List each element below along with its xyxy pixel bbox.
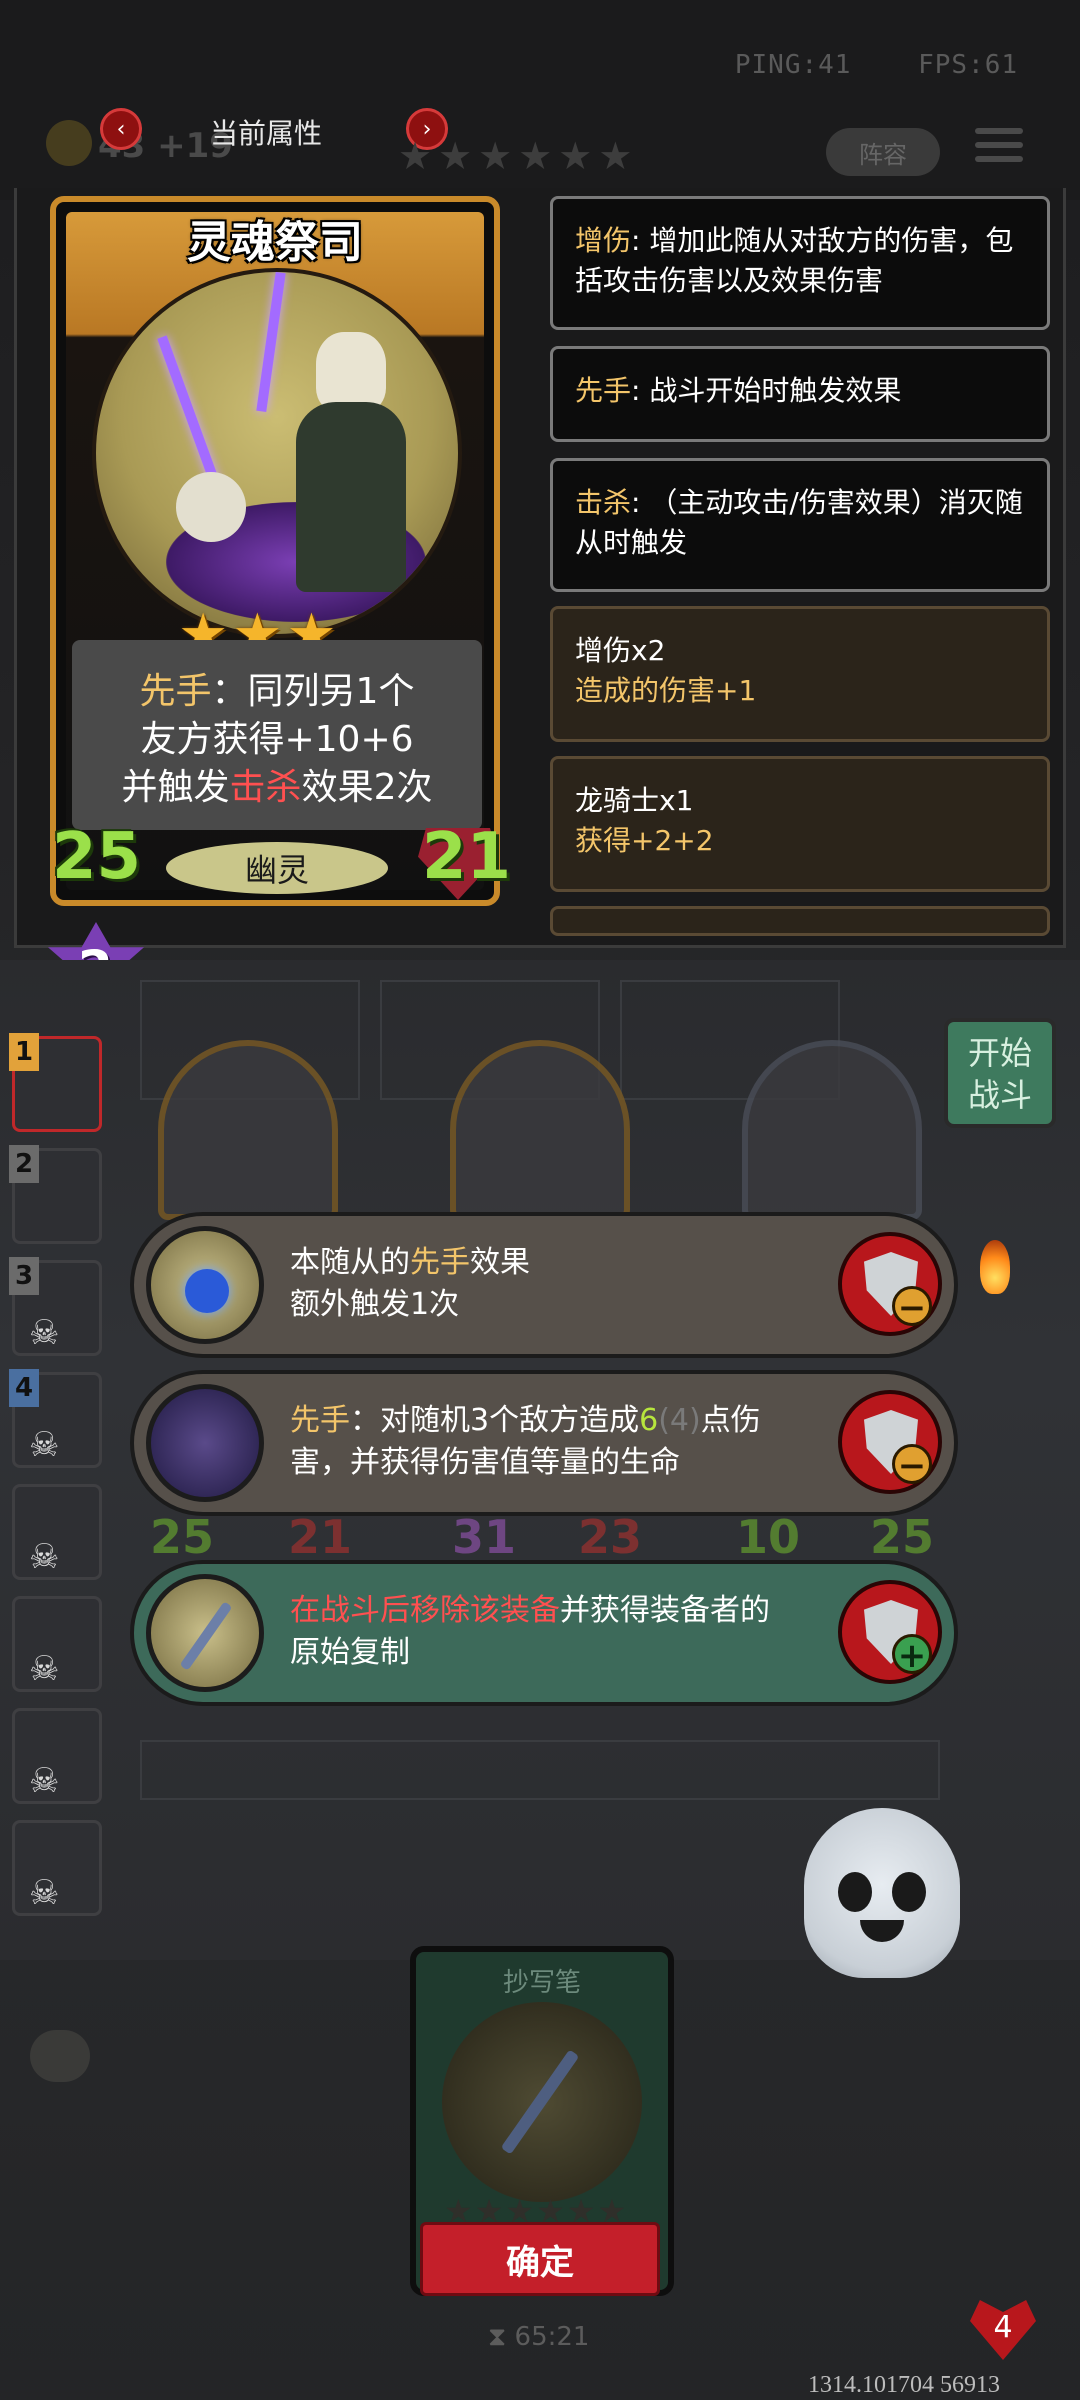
ghost-mascot xyxy=(804,1808,960,1978)
option-description: 先手：对随机3个敌方造成6(4)点伤 害，并获得伤害值等量的生命 xyxy=(290,1403,761,1480)
flame-icon xyxy=(980,1240,1010,1294)
ghost-eye xyxy=(892,1872,926,1912)
keyword-panel-kill: 击杀: （主动攻击/伤害效果）消灭随从时触发 xyxy=(550,458,1050,592)
bat-silhouette xyxy=(140,1740,940,1800)
quill-shaft xyxy=(500,2049,580,2155)
keyword-panel-damage-boost: 增伤: 增加此随从对敌方的伤害，包括攻击伤害以及效果伤害 xyxy=(550,196,1050,330)
option-description: 在战斗后移除该装备并获得装备者的 原始复制 xyxy=(290,1593,770,1670)
board-stat: 23 xyxy=(578,1510,643,1564)
tribe-label: 幽灵 xyxy=(166,842,388,894)
roster-slot[interactable]: 3 ☠ xyxy=(9,1257,102,1356)
remove-equipment-button[interactable]: − xyxy=(838,1232,942,1336)
coordinate-readout: 1314.101704 56913 xyxy=(808,2372,1000,2398)
lightning-bolt xyxy=(256,272,286,413)
health-stat: 21 xyxy=(418,820,511,906)
hamburger-menu-icon[interactable] xyxy=(975,128,1023,174)
quill-shaft xyxy=(179,1601,233,1671)
minus-icon: − xyxy=(892,1286,932,1327)
plus-icon: + xyxy=(892,1634,932,1675)
equipment-option-3[interactable]: 在战斗后移除该装备并获得装备者的 原始复制 + xyxy=(130,1560,958,1706)
roster-slot[interactable]: ☠ xyxy=(12,1596,102,1692)
blue-orb xyxy=(185,1269,229,1313)
confirm-button[interactable]: 确定 xyxy=(420,2222,660,2296)
ping-readout: PING:41 xyxy=(734,50,852,80)
option-description: 本随从的先手效果 额外触发1次 xyxy=(290,1245,530,1322)
enemy-portrait[interactable] xyxy=(742,1040,922,1220)
enemy-portrait[interactable] xyxy=(450,1040,630,1220)
board-stat: 25 xyxy=(870,1510,935,1564)
board-stat: 25 xyxy=(150,1510,215,1564)
ghost-mouth xyxy=(860,1920,904,1942)
card-description: 先手：同列另1个 友方获得+10+6 并触发击杀效果2次 xyxy=(72,640,482,830)
start-battle-button[interactable]: 开始 战斗 xyxy=(944,1018,1056,1128)
remove-equipment-button[interactable]: − xyxy=(838,1390,942,1494)
shop-tier-stars: ★★★★★★ xyxy=(398,134,639,178)
chat-bubble-icon[interactable] xyxy=(30,2030,90,2082)
attribute-title: 当前属性 xyxy=(210,117,323,150)
roster-slot[interactable]: 1 xyxy=(9,1033,102,1132)
skull-icon: ☠ xyxy=(29,1313,60,1353)
equipment-option-1[interactable]: 本随从的先手效果 额外触发1次 − xyxy=(130,1212,958,1358)
enemy-portrait[interactable] xyxy=(158,1040,338,1220)
ram-skull-head xyxy=(316,332,386,412)
ghost-eye xyxy=(838,1872,872,1912)
roster-slot[interactable]: 4 ☠ xyxy=(9,1369,102,1468)
keyword-panel-first-strike: 先手: 战斗开始时触发效果 xyxy=(550,346,1050,442)
roster-slot[interactable]: 2 xyxy=(9,1145,102,1244)
skull-icon: ☠ xyxy=(29,1649,60,1689)
roster-slot[interactable]: ☠ xyxy=(12,1708,102,1804)
keyword-kill: 击杀 xyxy=(229,767,302,808)
skull-icon: ☠ xyxy=(29,1537,60,1577)
board-stat: 31 xyxy=(452,1510,517,1564)
dagger-vortex-icon xyxy=(146,1384,264,1502)
lives-heart: 4 xyxy=(970,2300,1036,2360)
wall-torch xyxy=(960,1240,1030,1360)
keyword-first-strike: 先手 xyxy=(139,671,212,712)
add-equipment-button[interactable]: + xyxy=(838,1580,942,1684)
round-timer: ⧗ 65:21 xyxy=(488,2322,590,2352)
card-name: 灵魂祭司 xyxy=(187,217,363,268)
skull-icon: ☠ xyxy=(29,1425,60,1465)
attack-stat: 25 xyxy=(52,820,142,894)
network-stats: PING:41 FPS:61 xyxy=(735,50,1018,80)
skull-icon: ☠ xyxy=(29,1873,60,1913)
unit-portrait xyxy=(92,268,462,638)
skull-icon: ☠ xyxy=(29,1761,60,1801)
fps-readout: FPS:61 xyxy=(918,50,1018,80)
board-stat: 10 xyxy=(736,1510,801,1564)
buff-panel-partial xyxy=(550,906,1050,936)
minus-icon: − xyxy=(892,1444,932,1485)
orb-amulet-icon xyxy=(146,1226,264,1344)
board-stat: 21 xyxy=(288,1510,353,1564)
priest-robe xyxy=(296,402,406,592)
equipment-option-2[interactable]: 先手：对随机3个敌方造成6(4)点伤 害，并获得伤害值等量的生命 − xyxy=(130,1370,958,1516)
hourglass-icon: ⧗ xyxy=(488,2322,507,2352)
chevron-left-icon[interactable]: ‹ xyxy=(100,108,142,150)
coin-icon xyxy=(46,120,92,166)
skeleton-skull xyxy=(176,472,246,542)
quill-pen-icon xyxy=(146,1574,264,1692)
lineup-button[interactable]: 阵容 xyxy=(826,128,940,176)
quill-pen-icon xyxy=(442,2002,642,2202)
item-name: 抄写笔 xyxy=(502,1968,581,1998)
buff-panel: 增伤x2 造成的伤害+1 xyxy=(550,606,1050,742)
buff-panel: 龙骑士x1 获得+2+2 xyxy=(550,756,1050,892)
roster-slot[interactable]: ☠ xyxy=(12,1820,102,1916)
roster-slot[interactable]: ☠ xyxy=(12,1484,102,1580)
